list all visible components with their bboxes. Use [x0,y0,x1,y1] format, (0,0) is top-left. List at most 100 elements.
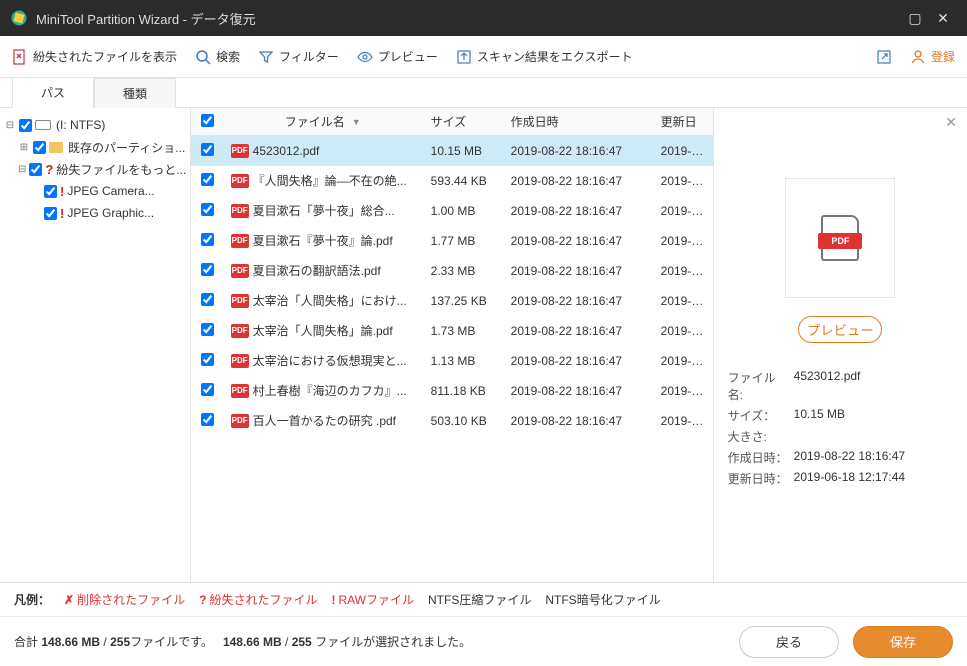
table-row[interactable]: PDF夏目漱石の翻訳語法.pdf2.33 MB2019-08-22 18:16:… [191,256,713,286]
table-row[interactable]: PDF夏目漱石「夢十夜」総合...1.00 MB2019-08-22 18:16… [191,196,713,226]
tree-panel: ⊟ (I: NTFS) ⊞ 既存のパーティショ... ⊟ ? 紛失ファイルをもっ… [0,108,191,582]
show-lost-files-button[interactable]: 紛失されたファイルを表示 [12,48,177,65]
file-name: 『人間失格』論―不在の絶... [253,172,407,189]
col-updated-label: 更新日 [661,115,697,129]
preview-button[interactable]: プレビュー [357,48,438,65]
collapse-icon[interactable]: ⊟ [4,120,16,131]
document-x-icon [12,49,28,65]
app-icon [10,9,28,27]
row-checkbox[interactable] [201,383,214,396]
main-area: ⊟ (I: NTFS) ⊞ 既存のパーティショ... ⊟ ? 紛失ファイルをもっ… [0,108,967,582]
tree-jpeg-graphic-label: JPEG Graphic... [67,206,154,220]
file-updated: 2019-0... [653,294,713,308]
row-checkbox[interactable] [201,263,214,276]
login-label: 登録 [931,48,955,65]
row-checkbox[interactable] [201,293,214,306]
tree-jpeg-camera[interactable]: ! JPEG Camera... [4,180,186,202]
lost-checkbox[interactable] [29,163,42,176]
back-label: 戻る [776,635,802,650]
total-files: 255 [110,635,130,649]
row-checkbox[interactable] [201,353,214,366]
collapse-icon[interactable]: ⊟ [18,164,26,175]
file-created: 2019-08-22 18:16:47 [503,174,653,188]
table-row[interactable]: PDF百人一首かるたの研究 .pdf503.10 KB2019-08-22 18… [191,406,713,436]
search-button[interactable]: 検索 [195,48,240,65]
drive-icon [35,120,51,130]
legend-lost: ?紛失されたファイル [199,591,317,608]
row-checkbox[interactable] [201,323,214,336]
footer: 合計 148.66 MB / 255ファイルです。 148.66 MB / 25… [0,616,967,666]
expand-icon[interactable]: ⊞ [18,142,30,153]
row-checkbox[interactable] [201,233,214,246]
tree-jpeg-camera-label: JPEG Camera... [67,184,154,198]
share-button[interactable] [876,49,892,65]
file-updated: 2019-0... [653,144,713,158]
close-button[interactable]: ✕ [929,10,957,27]
root-checkbox[interactable] [19,119,32,132]
user-icon [910,49,926,65]
files-suffix: ファイルです。 [130,635,213,649]
tab-path-label: パス [41,86,65,100]
raw-mark-icon: ! [331,593,335,607]
table-row[interactable]: PDF4523012.pdf10.15 MB2019-08-22 18:16:4… [191,136,713,166]
preview-close-button[interactable]: ✕ [945,114,957,131]
row-checkbox[interactable] [201,413,214,426]
file-created: 2019-08-22 18:16:47 [503,294,653,308]
preview-metadata: ファイル名:4523012.pdf サイズ：10.15 MB 大きさ: 作成日時… [728,369,953,487]
lost-mark-icon: ? [199,593,206,607]
meta-size-value: 10.15 MB [794,407,845,424]
filter-button[interactable]: フィルター [258,48,339,65]
file-name: 百人一首かるたの研究 .pdf [253,412,396,429]
tree-root[interactable]: ⊟ (I: NTFS) [4,114,186,136]
tree-existing[interactable]: ⊞ 既存のパーティショ... [4,136,186,158]
col-created-header[interactable]: 作成日時 [503,113,653,130]
file-name: 夏目漱石『夢十夜』論.pdf [253,232,393,249]
file-created: 2019-08-22 18:16:47 [503,324,653,338]
file-name: 太宰治「人間失格」におけ... [253,292,407,309]
file-size: 10.15 MB [423,144,503,158]
table-row[interactable]: PDF『人間失格』論―不在の絶...593.44 KB2019-08-22 18… [191,166,713,196]
meta-updated-label: 更新日時： [728,470,788,487]
file-updated: 2019-0... [653,174,713,188]
file-created: 2019-08-22 18:16:47 [503,264,653,278]
open-preview-button[interactable]: プレビュー [798,316,882,343]
back-button[interactable]: 戻る [739,626,839,658]
meta-filename-value: 4523012.pdf [794,369,861,403]
window-title: MiniTool Partition Wizard - データ復元 [36,9,901,28]
tab-path[interactable]: パス [12,77,94,108]
row-checkbox[interactable] [201,203,214,216]
file-size: 1.77 MB [423,234,503,248]
col-updated-header[interactable]: 更新日 [653,113,713,130]
file-created: 2019-08-22 18:16:47 [503,414,653,428]
existing-checkbox[interactable] [33,141,46,154]
maximize-button[interactable]: ▢ [901,10,929,27]
tree-lost[interactable]: ⊟ ? 紛失ファイルをもっと... [4,158,186,180]
col-size-header[interactable]: サイズ [423,113,503,130]
col-name-header[interactable]: ファイル名▼ [223,113,423,130]
jpeg-graphic-checkbox[interactable] [44,207,57,220]
preview-panel: ✕ PDF プレビュー ファイル名:4523012.pdf サイズ：10.15 … [714,108,967,582]
tree-existing-label: 既存のパーティショ... [68,139,185,156]
deleted-mark-icon: ✗ [64,593,74,607]
file-created: 2019-08-22 18:16:47 [503,204,653,218]
table-row[interactable]: PDF太宰治「人間失格」論.pdf1.73 MB2019-08-22 18:16… [191,316,713,346]
tab-type[interactable]: 種類 [94,78,176,108]
export-button[interactable]: スキャン結果をエクスポート [456,48,633,65]
col-size-label: サイズ [431,115,467,129]
row-checkbox[interactable] [201,143,214,156]
select-all-checkbox[interactable] [201,114,214,127]
table-row[interactable]: PDF村上春樹『海辺のカフカ』...811.18 KB2019-08-22 18… [191,376,713,406]
file-name: 村上春樹『海辺のカフカ』... [253,382,407,399]
toolbar: 紛失されたファイルを表示 検索 フィルター プレビュー スキャン結果をエクスポー… [0,36,967,78]
file-updated: 2019-0... [653,264,713,278]
jpeg-camera-checkbox[interactable] [44,185,57,198]
table-row[interactable]: PDF太宰治における仮想現実と...1.13 MB2019-08-22 18:1… [191,346,713,376]
table-row[interactable]: PDF夏目漱石『夢十夜』論.pdf1.77 MB2019-08-22 18:16… [191,226,713,256]
row-checkbox[interactable] [201,173,214,186]
titlebar: MiniTool Partition Wizard - データ復元 ▢ ✕ [0,0,967,36]
save-button[interactable]: 保存 [853,626,953,658]
warn-icon: ? [45,162,53,177]
tree-jpeg-graphic[interactable]: ! JPEG Graphic... [4,202,186,224]
login-button[interactable]: 登録 [910,48,955,65]
table-row[interactable]: PDF太宰治「人間失格」におけ...137.25 KB2019-08-22 18… [191,286,713,316]
